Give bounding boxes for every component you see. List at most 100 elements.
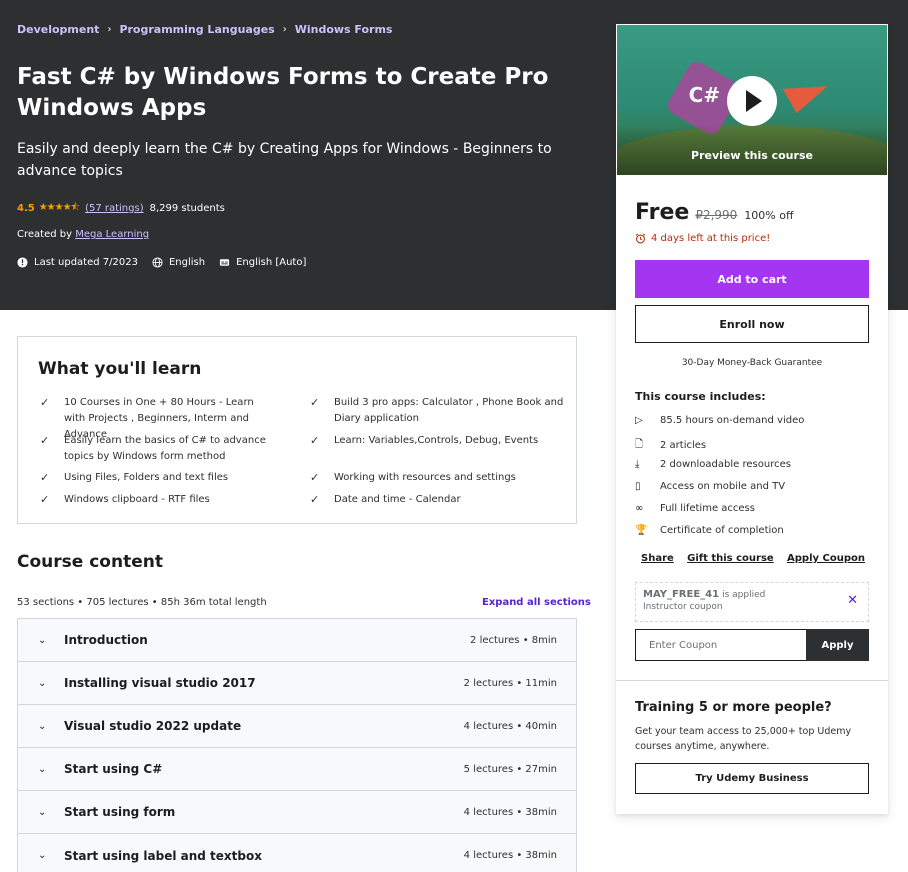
breadcrumb-development[interactable]: Development (17, 23, 99, 36)
section-row[interactable]: ⌄ Introduction 2 lectures • 8min (18, 619, 576, 662)
section-info: 4 lectures • 40min (463, 720, 557, 732)
article-icon: 🗋 (635, 439, 644, 450)
chevron-down-icon: ⌄ (38, 763, 47, 775)
section-info: 4 lectures • 38min (463, 806, 557, 818)
coupon-code-text: MAY_FREE_41 (643, 589, 720, 600)
include-item: ∞ Full lifetime access (635, 503, 755, 514)
include-text: Certificate of completion (660, 525, 784, 536)
include-text: 2 downloadable resources (660, 459, 791, 470)
checkmark-icon: ✓ (310, 493, 320, 506)
rating-value: 4.5 (17, 203, 35, 214)
breadcrumb: Development › Programming Languages › Wi… (17, 23, 392, 36)
include-text: 2 articles (660, 440, 707, 451)
created-by-label: Created by (17, 229, 73, 240)
learn-title: What you'll learn (38, 359, 202, 379)
section-row[interactable]: ⌄ Installing visual studio 2017 2 lectures… (18, 662, 576, 705)
expand-all-sections-button[interactable]: Expand all sections (482, 597, 591, 608)
section-title: Introduction (64, 633, 148, 647)
apply-coupon-link[interactable]: Apply Coupon (787, 553, 865, 564)
created-by: Created by Mega Learning (17, 229, 149, 240)
learn-item-text: Easily learn the basics of C# to advance… (64, 435, 266, 462)
learn-item: ✓ Easily learn the basics of C# to advanc… (38, 433, 278, 465)
sidebar-links: Share Gift this course Apply Coupon (641, 553, 865, 564)
includes-title: This course includes: (635, 390, 766, 403)
course-preview[interactable]: C# Preview this course (616, 24, 888, 176)
purchase-sidebar: C# Preview this course Free ₽2,990 100% … (616, 24, 888, 814)
include-text: 85.5 hours on-demand video (660, 415, 805, 426)
money-back-guarantee: 30-Day Money-Back Guarantee (681, 358, 823, 368)
course-title: Fast C# by Windows Forms to Create Pro W… (17, 64, 549, 121)
section-row[interactable]: ⌄ Start using C# 5 lectures • 27min (18, 748, 576, 791)
apply-coupon-button[interactable]: Apply (806, 629, 869, 661)
include-item: ▷ 85.5 hours on-demand video (635, 415, 804, 426)
section-info: 2 lectures • 8min (470, 634, 557, 646)
applied-coupon: MAY_FREE_41 is applied Instructor coupon … (635, 582, 869, 622)
include-text: Access on mobile and TV (660, 481, 786, 492)
include-item: 🏆 Certificate of completion (635, 525, 784, 536)
team-training-title: Training 5 or more people? (635, 700, 832, 715)
course-content-title: Course content (17, 552, 163, 572)
share-button[interactable]: Share (641, 553, 674, 564)
checkmark-icon: ✓ (310, 471, 320, 484)
what-you-will-learn: What you'll learn ✓ 10 Courses in One + 8… (17, 336, 577, 524)
breadcrumb-windows-forms[interactable]: Windows Forms (295, 23, 393, 36)
play-icon[interactable] (727, 76, 777, 126)
breadcrumb-programming-languages[interactable]: Programming Languages (119, 23, 274, 36)
language: English (152, 257, 205, 268)
video-icon: ▷ (635, 415, 643, 426)
paper-plane-graphic (782, 68, 832, 114)
last-updated-text: Last updated 7/2023 (34, 257, 138, 268)
learn-item: ✓ Windows clipboard - RTF files (38, 492, 278, 508)
globe-icon (152, 257, 163, 268)
team-training-text: Get your team access to 25,000+ top Udem… (635, 726, 852, 752)
add-to-cart-button[interactable]: Add to cart (635, 260, 869, 298)
original-price: ₽2,990 (695, 208, 738, 222)
section-info: 2 lectures • 11min (463, 677, 557, 689)
captions-text: English [Auto] (236, 257, 307, 268)
learn-item-text: Date and time - Calendar (334, 494, 461, 505)
alarm-clock-icon (635, 233, 646, 244)
chevron-right-icon: › (282, 24, 287, 35)
captions: English [Auto] (219, 257, 306, 268)
try-udemy-business-button[interactable]: Try Udemy Business (635, 763, 869, 794)
trophy-icon: 🏆 (635, 525, 648, 536)
close-icon[interactable]: ✕ (847, 593, 858, 608)
include-item: ⤓ 2 downloadable resources (635, 459, 791, 470)
instructor-link[interactable]: Mega Learning (75, 229, 149, 240)
checkmark-icon: ✓ (40, 434, 50, 447)
section-title: Start using form (64, 805, 176, 819)
price-timer: 4 days left at this price! (635, 233, 770, 244)
section-title: Start using C# (64, 762, 163, 776)
chevron-down-icon: ⌄ (38, 720, 47, 732)
last-updated: Last updated 7/2023 (17, 257, 138, 268)
section-row[interactable]: ⌄ Visual studio 2022 update 4 lectures • 4… (18, 705, 576, 748)
include-item: 🗋 2 articles (635, 437, 706, 454)
infinity-icon: ∞ (635, 503, 644, 514)
checkmark-icon: ✓ (310, 434, 320, 447)
enroll-now-button[interactable]: Enroll now (635, 305, 869, 343)
coupon-code: MAY_FREE_41 is applied (643, 589, 861, 600)
course-content-meta: 53 sections • 705 lectures • 85h 36m tot… (17, 597, 267, 608)
divider (616, 680, 888, 681)
discount-percent: 100% off (744, 209, 794, 222)
star-rating-icon: ★★★★⯪ (38, 202, 80, 213)
section-title: Visual studio 2022 update (64, 719, 242, 733)
checkmark-icon: ✓ (40, 471, 50, 484)
learn-item: ✓ Date and time - Calendar (308, 492, 564, 508)
coupon-type: Instructor coupon (643, 602, 723, 612)
section-row[interactable]: ⌄ Start using label and textbox 4 lectures… (18, 834, 576, 872)
include-text: Full lifetime access (660, 503, 755, 514)
section-row[interactable]: ⌄ Start using form 4 lectures • 38min (18, 791, 576, 834)
curriculum-sections: ⌄ Introduction 2 lectures • 8min ⌄ Installi… (17, 618, 577, 872)
section-info: 4 lectures • 38min (463, 850, 557, 861)
course-meta: Last updated 7/2023 English English [Aut… (17, 257, 306, 268)
coupon-applied-text: is applied (722, 590, 766, 600)
student-count: 8,299 students (149, 203, 225, 214)
coupon-input[interactable] (635, 629, 806, 661)
gift-course-button[interactable]: Gift this course (687, 553, 774, 564)
checkmark-icon: ✓ (310, 396, 320, 409)
chevron-down-icon: ⌄ (38, 634, 47, 646)
chevron-down-icon: ⌄ (38, 806, 47, 818)
ratings-count-link[interactable]: (57 ratings) (85, 203, 144, 214)
checkmark-icon: ✓ (40, 493, 50, 506)
